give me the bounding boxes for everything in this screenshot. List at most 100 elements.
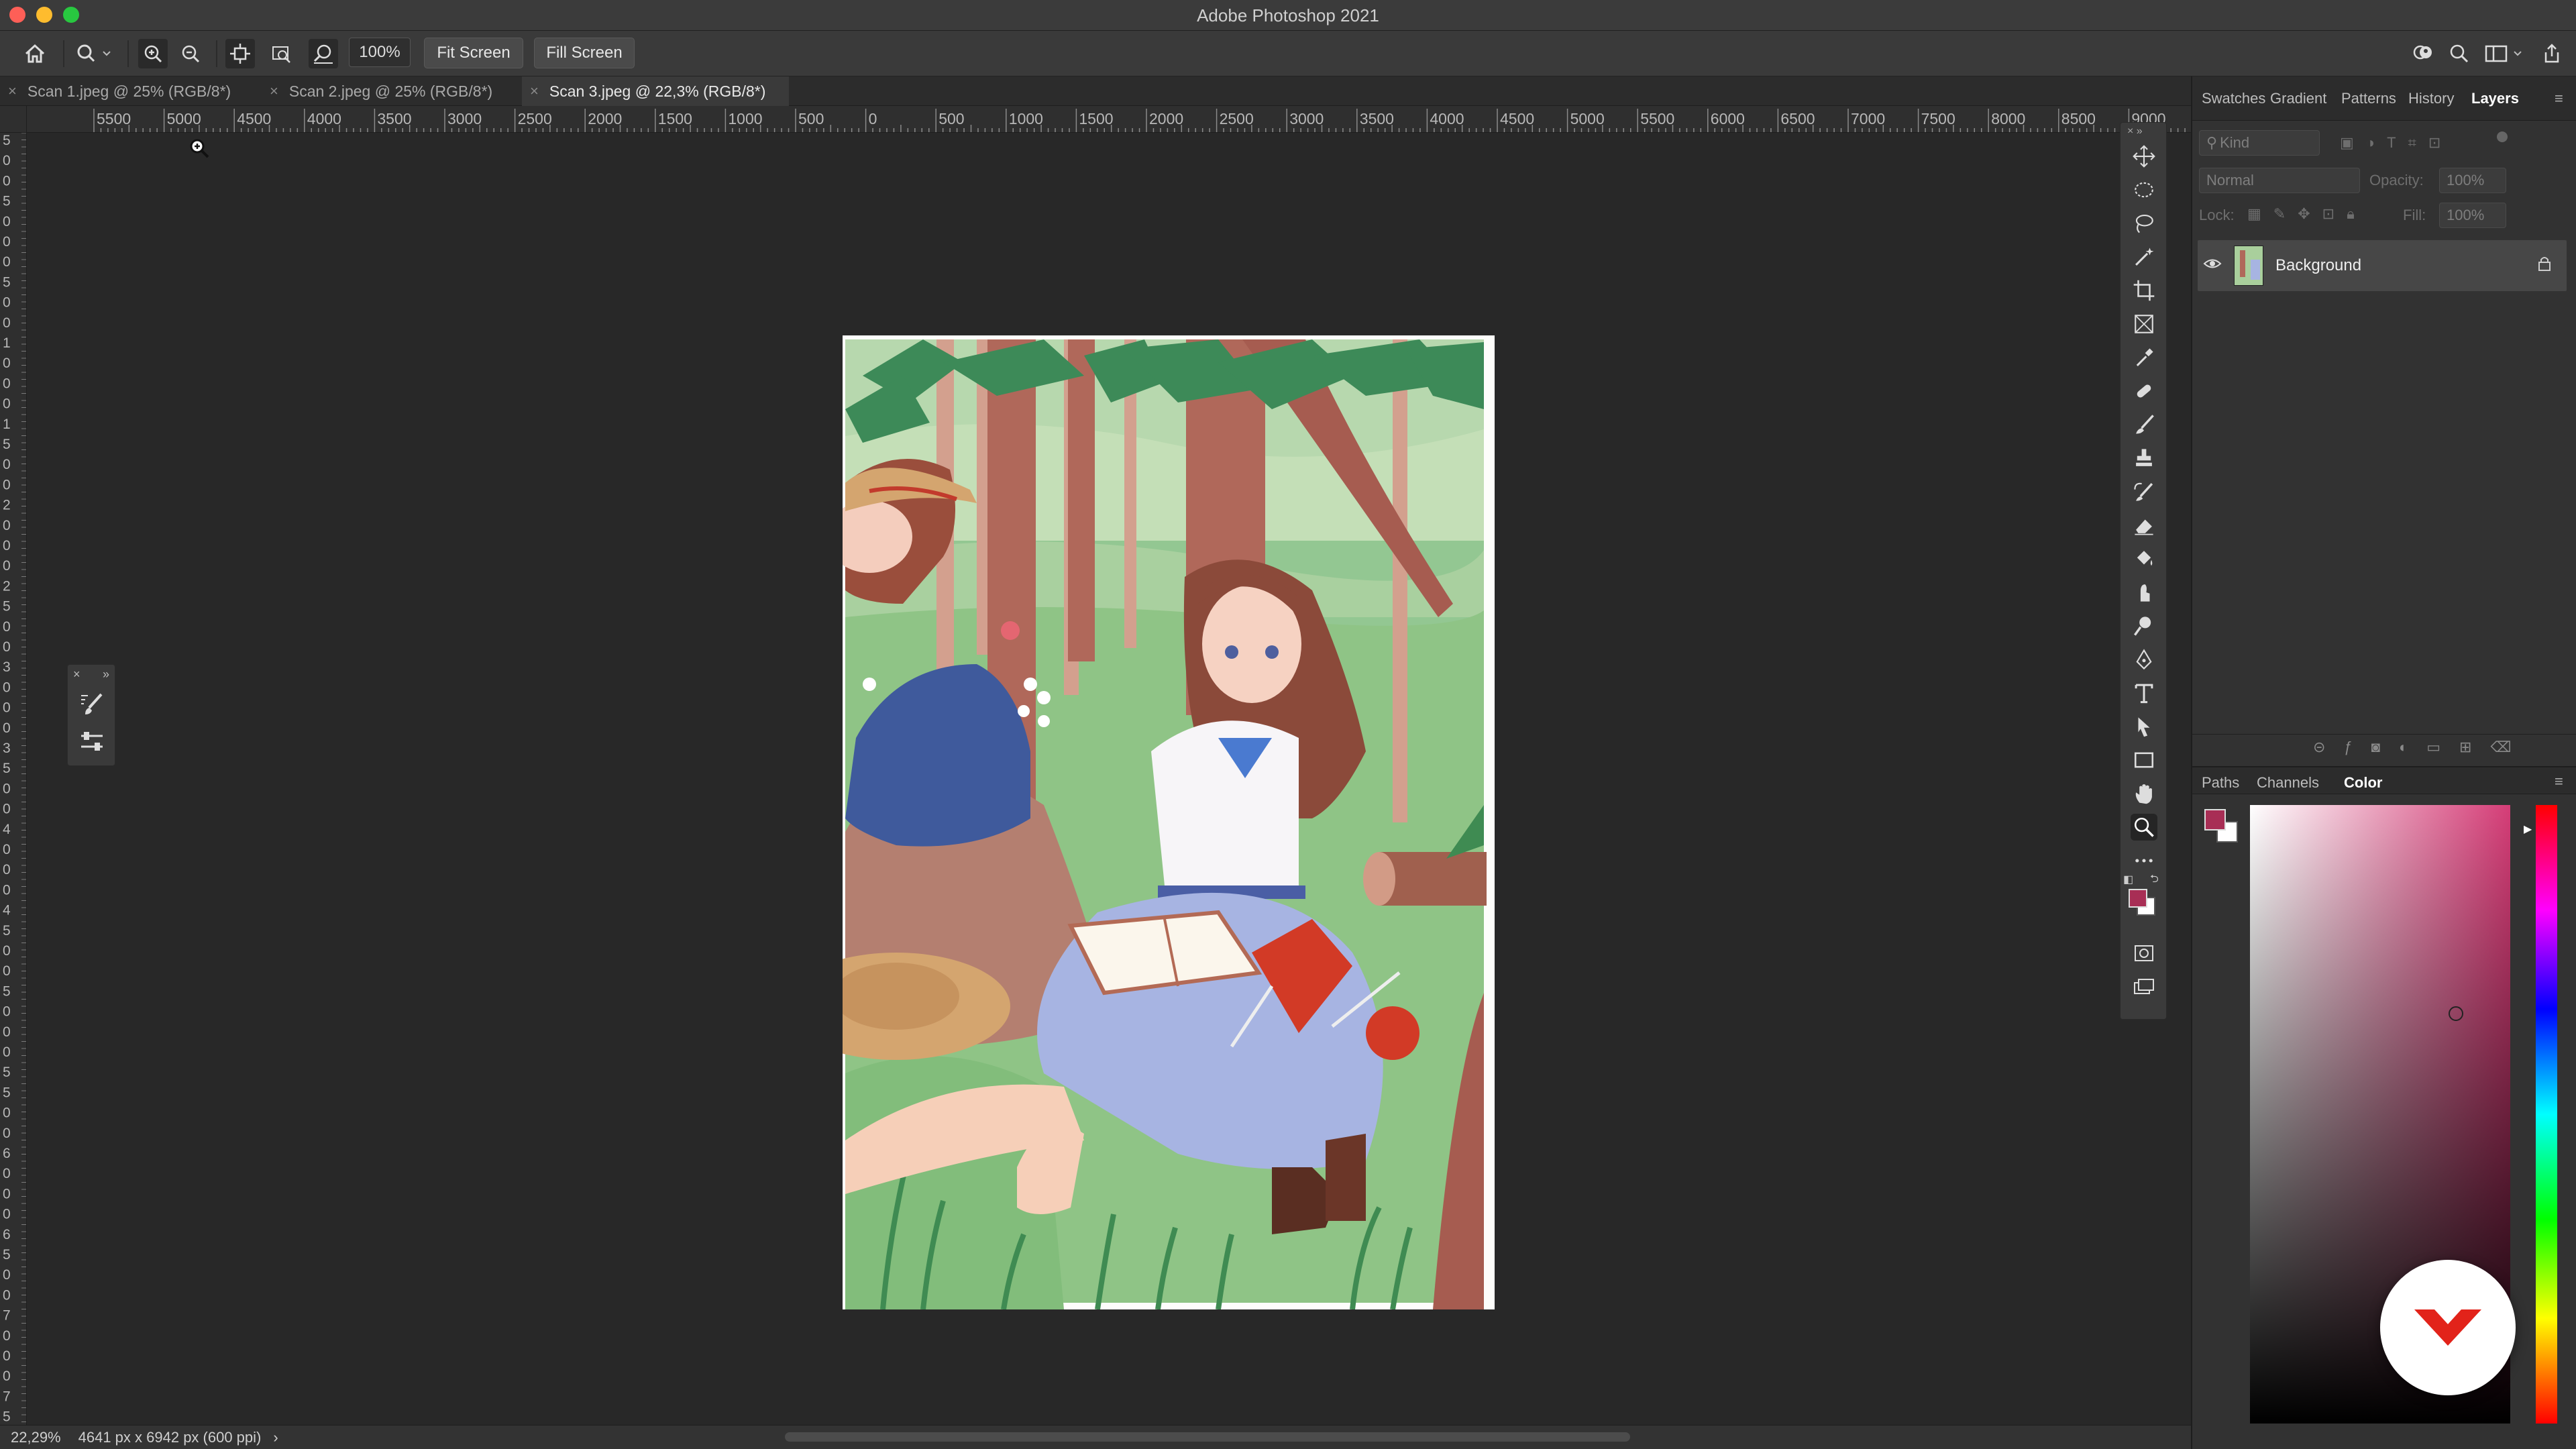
ruler-label: 6500 xyxy=(1780,110,1815,127)
hue-slider[interactable] xyxy=(2536,805,2557,1424)
tab-gradient[interactable]: Gradient xyxy=(2270,90,2326,107)
zoom-out-button[interactable] xyxy=(176,39,205,68)
rectangle-tool-button[interactable] xyxy=(2131,747,2157,773)
workspace-switcher[interactable] xyxy=(2482,39,2526,68)
resize-windows-button[interactable] xyxy=(225,39,255,68)
foreground-color-swatch[interactable] xyxy=(2129,889,2147,908)
zoom-percent-field[interactable]: 100% xyxy=(349,38,411,67)
ruler-label: 1000 xyxy=(1009,110,1043,127)
frame-tool-button[interactable] xyxy=(2131,311,2157,337)
color-panel-swatches[interactable] xyxy=(2203,808,2241,845)
layer-name[interactable]: Background xyxy=(2275,256,2361,275)
swap-colors-icon[interactable]: ⮌ xyxy=(2150,871,2159,890)
close-panel-icon[interactable]: × xyxy=(73,667,80,682)
zoom-in-button[interactable] xyxy=(138,39,168,68)
home-button[interactable] xyxy=(20,39,50,68)
type-icon xyxy=(2135,684,2153,704)
blend-mode-select[interactable]: Normal xyxy=(2199,168,2360,193)
smudge-tool-button[interactable] xyxy=(2131,579,2157,606)
paint-bucket-icon xyxy=(2137,551,2153,566)
brush-settings-button[interactable] xyxy=(74,686,109,721)
ruler-label: 3 xyxy=(3,741,11,756)
fill-field[interactable]: 100% xyxy=(2439,203,2506,228)
magic-wand-tool-button[interactable] xyxy=(2131,244,2157,270)
status-menu-arrow[interactable]: › xyxy=(273,1429,278,1446)
layers-footer-icons[interactable]: ⊝ƒ◙◐▭⊞⌫ xyxy=(2313,739,2530,756)
brush-tool-button[interactable] xyxy=(2131,411,2157,438)
tab-scan-2[interactable]: × Scan 2.jpeg @ 25% (RGB/8*) xyxy=(262,76,522,106)
tab-color[interactable]: Color xyxy=(2344,774,2382,792)
lasso-tool-button[interactable] xyxy=(2131,210,2157,237)
ruler-label: 5 xyxy=(3,437,11,452)
horizontal-ruler[interactable]: 5500 5000 4500 4000 3500 3000 2500 2000 1500 1000… xyxy=(27,106,2191,133)
tab-label: Scan 2.jpeg @ 25% (RGB/8*) xyxy=(288,82,493,100)
tab-scan-1[interactable]: × Scan 1.jpeg @ 25% (RGB/8*) xyxy=(0,76,262,106)
ruler-corner[interactable] xyxy=(0,106,27,133)
opacity-field[interactable]: 100% xyxy=(2439,168,2506,193)
close-tab-icon[interactable]: × xyxy=(8,83,17,100)
healing-brush-tool-button[interactable] xyxy=(2131,378,2157,405)
foreground-color-swatch[interactable] xyxy=(2204,809,2226,830)
share-account-button[interactable] xyxy=(2408,39,2438,68)
tab-patterns[interactable]: Patterns xyxy=(2341,90,2396,107)
clone-stamp-tool-button[interactable] xyxy=(2131,445,2157,472)
layer-row-background[interactable]: Background xyxy=(2198,240,2567,291)
panel-menu-icon[interactable]: ≡ xyxy=(2555,773,2563,790)
tab-channels[interactable]: Channels xyxy=(2257,774,2319,792)
edit-toolbar-button[interactable] xyxy=(2131,847,2157,874)
tab-scan-3[interactable]: × Scan 3.jpeg @ 22,3% (RGB/8*) xyxy=(522,76,789,106)
filter-toggle[interactable] xyxy=(2497,131,2508,142)
type-tool-button[interactable] xyxy=(2131,680,2157,706)
eye-icon[interactable] xyxy=(2203,256,2222,271)
expand-panel-icon[interactable]: » xyxy=(103,667,109,682)
scrubby-zoom-button[interactable] xyxy=(309,39,338,68)
tool-preset-picker[interactable] xyxy=(74,39,114,68)
fit-screen-button[interactable]: Fit Screen xyxy=(424,38,523,68)
close-tab-icon[interactable]: × xyxy=(530,83,539,100)
frame-icon xyxy=(2135,315,2153,333)
eraser-tool-button[interactable] xyxy=(2131,512,2157,539)
tab-swatches[interactable]: Swatches xyxy=(2202,90,2266,107)
crop-tool-button[interactable] xyxy=(2131,277,2157,304)
quick-mask-icon xyxy=(2135,945,2153,961)
share-button[interactable] xyxy=(2537,39,2567,68)
panel-menu-icon[interactable]: ≡ xyxy=(2555,90,2563,107)
eyedropper-tool-button[interactable] xyxy=(2131,344,2157,371)
adjustments-button[interactable] xyxy=(74,724,109,759)
move-tool-button[interactable] xyxy=(2131,143,2157,170)
path-selection-tool-button[interactable] xyxy=(2131,713,2157,740)
document-canvas[interactable] xyxy=(27,133,2191,1425)
color-swatches[interactable] xyxy=(2127,888,2161,921)
floating-properties-panel: × » xyxy=(67,664,115,766)
zoom-all-windows-button[interactable] xyxy=(267,39,297,68)
hand-tool-button[interactable] xyxy=(2131,780,2157,807)
search-button[interactable] xyxy=(2445,39,2474,68)
ruler-label: 5 xyxy=(3,599,11,614)
tab-paths[interactable]: Paths xyxy=(2202,774,2239,792)
tab-label: Scan 1.jpeg @ 25% (RGB/8*) xyxy=(27,82,231,100)
quick-mask-button[interactable] xyxy=(2131,940,2157,967)
fill-screen-button[interactable]: Fill Screen xyxy=(534,38,635,68)
zoom-tool-button[interactable] xyxy=(2131,814,2157,841)
history-brush-tool-button[interactable] xyxy=(2131,478,2157,505)
pen-tool-button[interactable] xyxy=(2131,646,2157,673)
ruler-label: 5 xyxy=(3,1247,11,1263)
horizontal-scrollbar[interactable] xyxy=(785,1432,1630,1442)
layer-filter-icons[interactable]: ▣◑T⌗⊡ xyxy=(2340,134,2453,152)
collapse-tools-icon[interactable]: × » xyxy=(2127,125,2143,138)
color-picker-handle[interactable] xyxy=(2449,1006,2463,1021)
tab-history[interactable]: History xyxy=(2408,90,2454,107)
marquee-tool-button[interactable] xyxy=(2131,176,2157,203)
status-zoom[interactable]: 22,29% xyxy=(11,1429,61,1446)
hue-pointer-icon[interactable]: ▶ xyxy=(2524,822,2532,836)
screen-mode-button[interactable] xyxy=(2131,973,2157,1000)
close-tab-icon[interactable]: × xyxy=(270,83,278,100)
default-colors-icon[interactable]: ◧ xyxy=(2123,873,2133,886)
layer-filter-kind[interactable]: ⚲ Kind xyxy=(2199,130,2320,156)
paint-bucket-tool-button[interactable] xyxy=(2131,545,2157,572)
tab-layers[interactable]: Layers xyxy=(2471,90,2519,107)
lock-icons[interactable]: ▦✎✥⊡🔒︎ xyxy=(2247,205,2367,223)
dodge-tool-button[interactable] xyxy=(2131,612,2157,639)
vertical-ruler[interactable]: 5 0 0 5 0 0 0 5 0 0 1 0 0 0 1 5 0 0 2 0 0 0 2 5 0 0 3 0 0 0 3 5 0 0 4 0 0 0 4 5… xyxy=(0,133,27,1425)
ruler-label: 0 xyxy=(3,781,11,796)
